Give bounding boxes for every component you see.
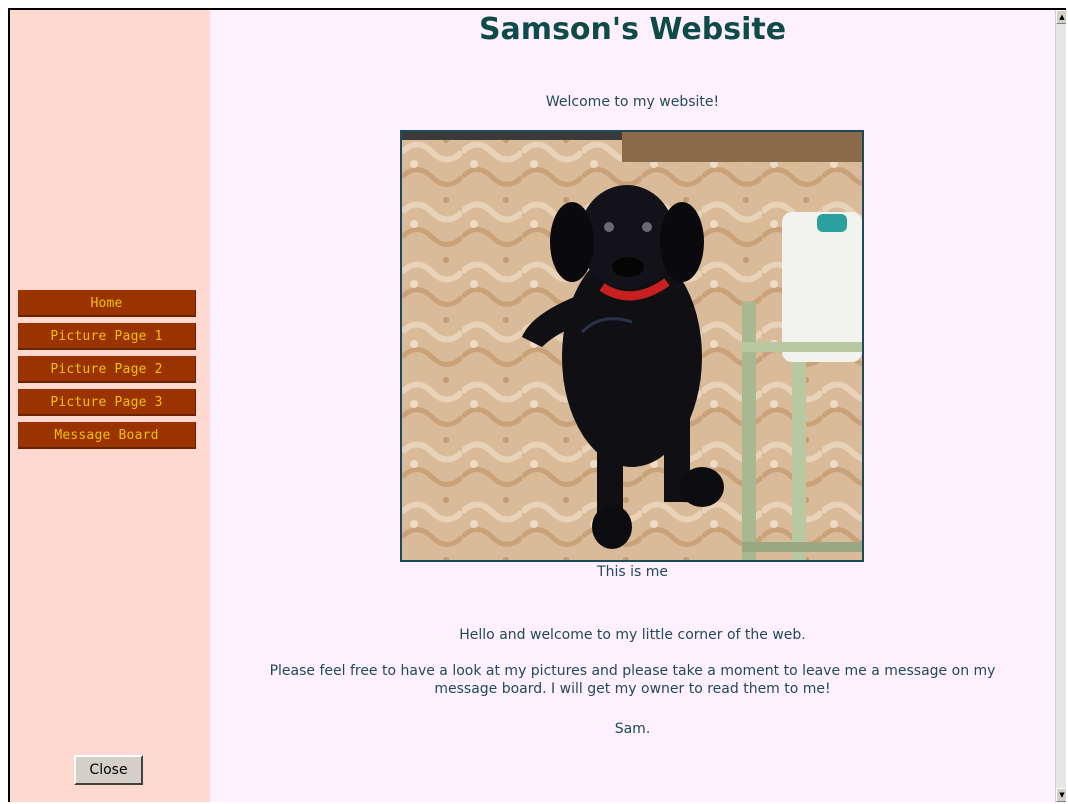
scroll-down-arrow-icon[interactable]: ▼ bbox=[1056, 788, 1066, 802]
scroll-up-arrow-icon[interactable]: ▲ bbox=[1056, 10, 1066, 24]
dog-photo-image bbox=[402, 132, 862, 560]
nav-picture-page-3-button[interactable]: Picture Page 3 bbox=[18, 389, 196, 416]
sidebar: Home Picture Page 1 Picture Page 2 Pictu… bbox=[10, 10, 210, 802]
nav-home-button[interactable]: Home bbox=[18, 290, 196, 317]
dog-photo bbox=[400, 130, 864, 562]
nav-message-board-button[interactable]: Message Board bbox=[18, 422, 196, 449]
invite-paragraph: Please feel free to have a look at my pi… bbox=[269, 663, 996, 697]
page-title: Samson's Website bbox=[478, 12, 787, 47]
nav-picture-page-1-button[interactable]: Picture Page 1 bbox=[18, 323, 196, 350]
close-button[interactable]: Close bbox=[74, 755, 143, 785]
nav-picture-page-2-button[interactable]: Picture Page 2 bbox=[18, 356, 196, 383]
photo-caption: This is me bbox=[597, 564, 668, 580]
vertical-scrollbar[interactable]: ▲ ▼ bbox=[1055, 10, 1066, 802]
main-content: Samson's Website Welcome to my website! bbox=[210, 10, 1055, 802]
welcome-text: Welcome to my website! bbox=[545, 94, 720, 110]
browser-window: Home Picture Page 1 Picture Page 2 Pictu… bbox=[8, 8, 1066, 802]
intro-paragraph: Hello and welcome to my little corner of… bbox=[459, 627, 806, 643]
sidebar-nav: Home Picture Page 1 Picture Page 2 Pictu… bbox=[18, 290, 196, 455]
signature-text: Sam. bbox=[614, 721, 651, 737]
